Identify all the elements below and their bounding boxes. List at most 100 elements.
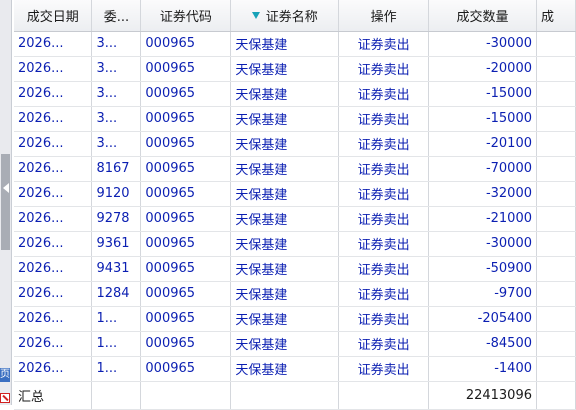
cell-trade-date: 2026...	[14, 281, 93, 307]
col-header-security-name[interactable]: 证券名称	[230, 0, 340, 32]
cell-entrust-no: 1...	[91, 356, 142, 382]
close-icon[interactable]	[0, 393, 10, 403]
cell-operation: 证券卖出	[338, 306, 430, 332]
cell-operation: 证券卖出	[338, 106, 430, 132]
cell-trade-date: 2026...	[14, 206, 93, 232]
cell-trade-date: 2026...	[14, 306, 93, 332]
table-row[interactable]: 2026... 3... 000965 天保基建 证券卖出 -20100	[14, 131, 576, 157]
cell-truncated	[536, 206, 576, 232]
cell-entrust-no: 3...	[91, 131, 142, 157]
cell-truncated	[536, 356, 576, 382]
cell-entrust-no: 8167	[91, 156, 142, 182]
table-row[interactable]: 2026... 1... 000965 天保基建 证券卖出 -84500	[14, 331, 576, 357]
cell-truncated	[536, 281, 576, 307]
cell-trade-qty: -21000	[428, 206, 537, 232]
cell-trade-qty: -70000	[428, 156, 537, 182]
cell-security-code: 000965	[140, 156, 232, 182]
table-row[interactable]: 2026... 3... 000965 天保基建 证券卖出 -15000	[14, 81, 576, 107]
cell-operation: 证券卖出	[338, 231, 430, 257]
cell-operation: 证券卖出	[338, 331, 430, 357]
cell-trade-qty: -30000	[428, 31, 537, 57]
cell-trade-qty: -15000	[428, 81, 537, 107]
cell-operation: 证券卖出	[338, 131, 430, 157]
header-row: 成交日期 委... 证券代码 证券名称 操作 成交数量 成	[14, 0, 576, 32]
cell-trade-date: 2026...	[14, 131, 93, 157]
table-row[interactable]: 2026... 1... 000965 天保基建 证券卖出 -1400	[14, 356, 576, 382]
table-row[interactable]: 2026... 8167 000965 天保基建 证券卖出 -70000	[14, 156, 576, 182]
cell-trade-date: 2026...	[14, 256, 93, 282]
table-row[interactable]: 2026... 9120 000965 天保基建 证券卖出 -32000	[14, 181, 576, 207]
cell-truncated	[536, 231, 576, 257]
col-header-security-code[interactable]: 证券代码	[140, 0, 232, 32]
table-row[interactable]: 2026... 3... 000965 天保基建 证券卖出 -20000	[14, 56, 576, 82]
cell-security-code: 000965	[140, 56, 232, 82]
cell-trade-qty: -205400	[428, 306, 537, 332]
table-row[interactable]: 2026... 1... 000965 天保基建 证券卖出 -205400	[14, 306, 576, 332]
cell-trade-date: 2026...	[14, 81, 93, 107]
cell-entrust-no: 9120	[91, 181, 142, 207]
cell-security-code: 000965	[140, 206, 232, 232]
cell-security-code: 000965	[140, 106, 232, 132]
cell-entrust-no: 9278	[91, 206, 142, 232]
cell-trade-date: 2026...	[14, 31, 93, 57]
col-header-trade-date[interactable]: 成交日期	[14, 0, 93, 32]
cell-security-name: 天保基建	[230, 331, 340, 357]
cell-security-name: 天保基建	[230, 81, 340, 107]
col-header-entrust-no[interactable]: 委...	[91, 0, 142, 32]
cell-security-name: 天保基建	[230, 231, 340, 257]
table-row[interactable]: 2026... 3... 000965 天保基建 证券卖出 -15000	[14, 106, 576, 132]
cell-trade-qty: -84500	[428, 331, 537, 357]
cell-operation: 证券卖出	[338, 356, 430, 382]
cell-operation: 证券卖出	[338, 156, 430, 182]
cell-entrust-no: 3...	[91, 56, 142, 82]
cell-truncated	[536, 156, 576, 182]
table-row[interactable]: 2026... 9431 000965 天保基建 证券卖出 -50900	[14, 256, 576, 282]
col-header-trade-qty[interactable]: 成交数量	[428, 0, 537, 32]
cell-trade-qty: -20100	[428, 131, 537, 157]
cell-security-name: 天保基建	[230, 181, 340, 207]
table-row[interactable]: 2026... 1284 000965 天保基建 证券卖出 -9700	[14, 281, 576, 307]
cell-security-name: 天保基建	[230, 131, 340, 157]
cell-truncated	[536, 306, 576, 332]
cell-security-code: 000965	[140, 81, 232, 107]
cell-trade-qty: -1400	[428, 356, 537, 382]
cell-truncated	[536, 106, 576, 132]
side-tab[interactable]: 页	[0, 368, 10, 382]
cell-security-code: 000965	[140, 31, 232, 57]
col-header-truncated[interactable]: 成	[536, 0, 576, 32]
cell-trade-date: 2026...	[14, 231, 93, 257]
cell-security-name: 天保基建	[230, 106, 340, 132]
cell-trade-date: 2026...	[14, 156, 93, 182]
table-row[interactable]: 2026... 9278 000965 天保基建 证券卖出 -21000	[14, 206, 576, 232]
cell-security-code: 000965	[140, 256, 232, 282]
cell-trade-date: 2026...	[14, 181, 93, 207]
cell-security-code: 000965	[140, 131, 232, 157]
cell-trade-qty: -20000	[428, 56, 537, 82]
col-header-operation[interactable]: 操作	[338, 0, 430, 32]
cell-security-code: 000965	[140, 356, 232, 382]
cell-security-name: 天保基建	[230, 281, 340, 307]
side-panel-strip: 页	[0, 0, 12, 405]
panel-splitter-handle[interactable]	[1, 154, 10, 250]
collapse-arrow-icon[interactable]	[3, 183, 9, 193]
cell-entrust-no: 1...	[91, 331, 142, 357]
cell-operation: 证券卖出	[338, 81, 430, 107]
cell-security-name: 天保基建	[230, 306, 340, 332]
cell-trade-qty: -30000	[428, 231, 537, 257]
cell-truncated	[536, 181, 576, 207]
cell-security-name: 天保基建	[230, 56, 340, 82]
cell-trade-qty: -9700	[428, 281, 537, 307]
cell-truncated	[536, 56, 576, 82]
trade-table: 成交日期 委... 证券代码 证券名称 操作 成交数量 成 2026... 3..…	[14, 0, 576, 410]
table-row[interactable]: 2026... 3... 000965 天保基建 证券卖出 -30000	[14, 31, 576, 57]
table-row[interactable]: 2026... 9361 000965 天保基建 证券卖出 -30000	[14, 231, 576, 257]
cell-entrust-no: 9431	[91, 256, 142, 282]
cell-operation: 证券卖出	[338, 56, 430, 82]
cell-truncated	[536, 31, 576, 57]
cell-security-name: 天保基建	[230, 256, 340, 282]
cell-operation: 证券卖出	[338, 281, 430, 307]
cell-security-code: 000965	[140, 306, 232, 332]
cell-security-name: 天保基建	[230, 206, 340, 232]
cell-entrust-no: 3...	[91, 31, 142, 57]
cell-truncated	[536, 331, 576, 357]
